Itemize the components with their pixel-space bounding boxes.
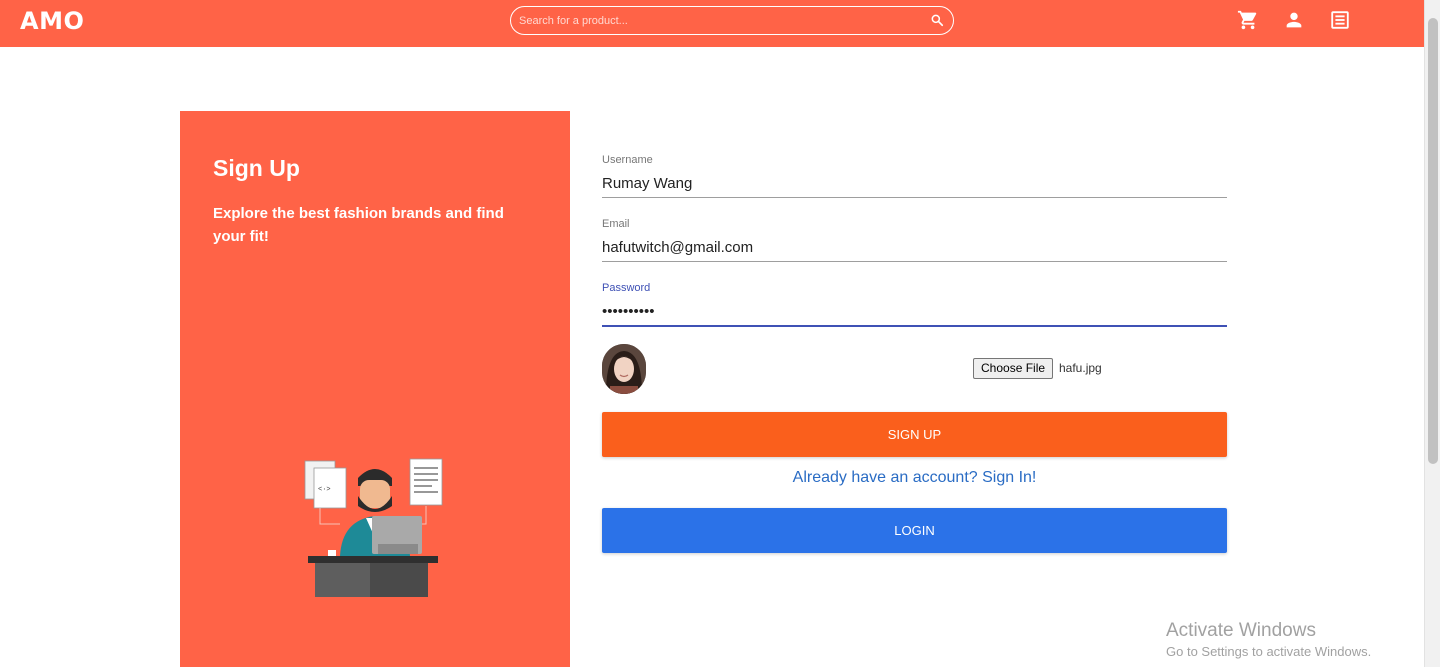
username-label: Username	[602, 154, 653, 166]
windows-activation-watermark: Activate Windows Go to Settings to activ…	[1166, 620, 1371, 659]
username-input[interactable]	[602, 172, 1227, 194]
password-field: Password	[602, 278, 1227, 327]
email-underline	[602, 261, 1227, 262]
login-button[interactable]: Login	[602, 508, 1227, 553]
logo[interactable]: AMO	[20, 7, 84, 35]
orders-icon[interactable]	[1329, 9, 1351, 31]
cart-icon[interactable]	[1237, 9, 1259, 31]
panel-tagline: Explore the best fashion brands and find…	[213, 205, 504, 245]
email-input[interactable]	[602, 236, 1227, 258]
username-field: Username	[602, 150, 1227, 198]
signup-side-panel: Sign Up Explore the best fashion brands …	[180, 111, 570, 667]
email-field: Email	[602, 214, 1227, 262]
watermark-title: Activate Windows	[1166, 620, 1316, 641]
password-underline	[602, 325, 1227, 327]
watermark-subtitle: Go to Settings to activate Windows.	[1166, 644, 1372, 659]
search-bar	[510, 6, 954, 35]
avatar-photo	[602, 344, 646, 394]
username-underline	[602, 197, 1227, 198]
avatar-preview	[602, 344, 646, 394]
sign-in-link[interactable]: Already have an account? Sign In!	[602, 469, 1227, 487]
page-scrollbar[interactable]	[1424, 0, 1440, 667]
top-navbar: AMO	[0, 0, 1424, 47]
sign-up-button[interactable]: Sign Up	[602, 412, 1227, 457]
selected-file-name: hafu.jpg	[1059, 361, 1102, 375]
email-label: Email	[602, 218, 630, 230]
scrollbar-thumb[interactable]	[1428, 18, 1438, 464]
search-icon[interactable]	[930, 13, 944, 27]
developer-at-desk-illustration: <·>	[304, 458, 443, 597]
choose-file-button[interactable]: Choose File	[973, 358, 1054, 379]
password-label: Password	[602, 282, 651, 294]
user-icon[interactable]	[1283, 9, 1305, 31]
search-input[interactable]	[519, 11, 919, 31]
panel-title: Sign Up	[213, 155, 300, 181]
svg-text:<·>: <·>	[318, 486, 331, 494]
password-input[interactable]	[602, 300, 1227, 322]
